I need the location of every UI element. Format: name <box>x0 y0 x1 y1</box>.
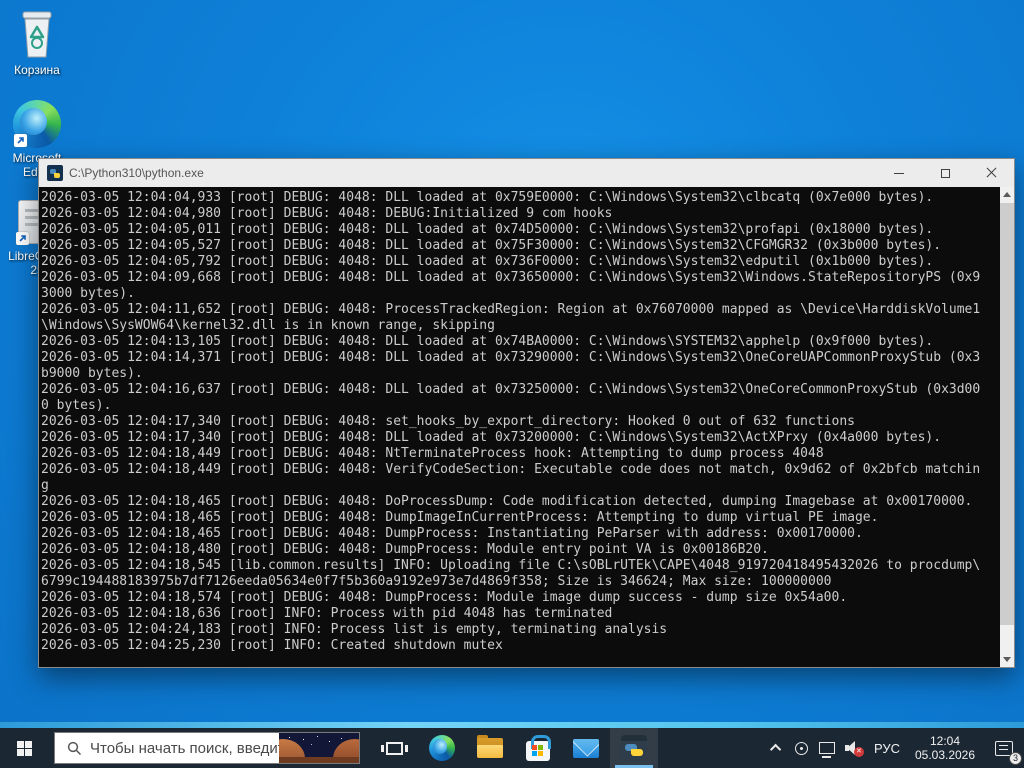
scroll-up-icon[interactable] <box>1000 187 1014 202</box>
chevron-up-icon <box>769 743 782 756</box>
minimize-icon <box>894 172 904 174</box>
shortcut-arrow-icon <box>14 134 27 147</box>
tray-chevron-button[interactable] <box>764 728 790 768</box>
console-line: 6799c194488183975b7df7126eeda05634e0f7f5… <box>41 574 832 589</box>
taskbar: Чтобы начать поиск, введите ✕ РУС 12:04 … <box>0 728 1024 768</box>
recycle-bin-icon <box>22 11 52 58</box>
python-console-icon <box>621 735 647 761</box>
console-line: 3000 bytes). <box>41 286 135 301</box>
desktop-icon-recycle-bin[interactable]: Корзина <box>1 10 73 77</box>
network-icon <box>818 742 835 758</box>
desktop-icon-label: Корзина <box>14 63 60 77</box>
taskbar-python-button[interactable] <box>610 728 658 768</box>
close-button[interactable] <box>968 159 1014 187</box>
search-highlight-image[interactable] <box>279 733 359 763</box>
tray-app-button[interactable] <box>790 728 814 768</box>
console-line: 2026-03-05 12:04:24,183 [root] INFO: Pro… <box>41 622 668 637</box>
task-view-button[interactable] <box>370 728 418 768</box>
maximize-icon <box>940 168 950 178</box>
network-button[interactable] <box>814 728 840 768</box>
volume-button[interactable]: ✕ <box>840 728 868 768</box>
console-line: 2026-03-05 12:04:18,465 [root] DEBUG: 40… <box>41 494 973 509</box>
console-line: \Windows\SysWOW64\kernel32.dll is in kno… <box>41 318 495 333</box>
console-line: 2026-03-05 12:04:05,011 [root] DEBUG: 40… <box>41 222 934 237</box>
file-explorer-button[interactable] <box>466 728 514 768</box>
console-line: 2026-03-05 12:04:18,449 [root] DEBUG: 40… <box>41 446 824 461</box>
clock-date: 05.03.2026 <box>914 748 976 762</box>
console-line: b9000 bytes). <box>41 366 143 381</box>
language-indicator[interactable]: РУС <box>868 728 906 768</box>
clock[interactable]: 12:04 05.03.2026 <box>906 728 984 768</box>
notification-badge: 3 <box>1009 752 1022 765</box>
console-line: 2026-03-05 12:04:04,980 [root] DEBUG: 40… <box>41 206 613 221</box>
minimize-button[interactable] <box>876 159 922 187</box>
window-controls <box>876 159 1014 187</box>
mail-button[interactable] <box>562 728 610 768</box>
tray-app-icon <box>795 741 809 755</box>
console-line: 2026-03-05 12:04:18,465 [root] DEBUG: 40… <box>41 510 879 525</box>
mail-icon <box>573 738 599 758</box>
console-line: 2026-03-05 12:04:16,637 [root] DEBUG: 40… <box>41 382 981 397</box>
edge-icon <box>429 735 455 761</box>
scroll-down-icon[interactable] <box>1000 652 1014 667</box>
start-button[interactable] <box>0 728 48 768</box>
python-console-icon <box>47 165 63 181</box>
close-icon <box>986 168 996 178</box>
console-line: 2026-03-05 12:04:04,933 [root] DEBUG: 40… <box>41 190 934 205</box>
windows-logo-icon <box>16 740 32 756</box>
file-explorer-icon <box>477 735 503 758</box>
console-line: 2026-03-05 12:04:18,574 [root] DEBUG: 40… <box>41 590 848 605</box>
console-log: 2026-03-05 12:04:04,933 [root] DEBUG: 40… <box>41 190 998 667</box>
taskbar-edge-button[interactable] <box>418 728 466 768</box>
console-line: 2026-03-05 12:04:18,465 [root] DEBUG: 40… <box>41 526 863 541</box>
console-line: 2026-03-05 12:04:18,545 [lib.common.resu… <box>41 558 981 573</box>
console-line: 2026-03-05 12:04:05,527 [root] DEBUG: 40… <box>41 238 942 253</box>
console-line: 2026-03-05 12:04:09,668 [root] DEBUG: 40… <box>41 270 981 285</box>
console-line: 2026-03-05 12:04:11,652 [root] DEBUG: 40… <box>41 302 981 317</box>
window-titlebar[interactable]: C:\Python310\python.exe <box>39 159 1014 187</box>
action-center-button[interactable]: 3 <box>984 728 1024 768</box>
console-line: 2026-03-05 12:04:05,792 [root] DEBUG: 40… <box>41 254 934 269</box>
window-title: C:\Python310\python.exe <box>69 166 204 180</box>
console-line: 2026-03-05 12:04:17,340 [root] DEBUG: 40… <box>41 414 855 429</box>
task-view-icon <box>380 741 408 755</box>
console-window: C:\Python310\python.exe 2026-03-05 12:04… <box>38 158 1015 668</box>
console-line: 2026-03-05 12:04:18,480 [root] DEBUG: 40… <box>41 542 769 557</box>
console-scrollbar[interactable] <box>1000 187 1014 667</box>
desktop: Корзина Microsoft Edge LibreOffice 25 C:… <box>0 0 1024 768</box>
console-line: g <box>41 478 49 493</box>
console-line: 0 bytes). <box>41 398 112 413</box>
shortcut-arrow-icon <box>16 232 29 245</box>
console-line: 2026-03-05 12:04:18,449 [root] DEBUG: 40… <box>41 462 981 477</box>
volume-muted-icon: ✕ <box>844 741 864 757</box>
maximize-button[interactable] <box>922 159 968 187</box>
search-icon <box>67 741 82 755</box>
store-icon <box>526 734 551 761</box>
console-line: 2026-03-05 12:04:14,371 [root] DEBUG: 40… <box>41 350 981 365</box>
scrollbar-thumb[interactable] <box>1000 203 1014 625</box>
store-button[interactable] <box>514 728 562 768</box>
console-line: 2026-03-05 12:04:13,105 [root] DEBUG: 40… <box>41 334 934 349</box>
search-input[interactable]: Чтобы начать поиск, введите <box>54 732 360 764</box>
system-tray: ✕ РУС 12:04 05.03.2026 3 <box>764 728 1024 768</box>
console-output[interactable]: 2026-03-05 12:04:04,933 [root] DEBUG: 40… <box>39 187 1014 667</box>
console-line: 2026-03-05 12:04:17,340 [root] DEBUG: 40… <box>41 430 942 445</box>
console-line: 2026-03-05 12:04:25,230 [root] INFO: Cre… <box>41 638 503 653</box>
console-line: 2026-03-05 12:04:18,636 [root] INFO: Pro… <box>41 606 613 621</box>
clock-time: 12:04 <box>929 734 961 748</box>
